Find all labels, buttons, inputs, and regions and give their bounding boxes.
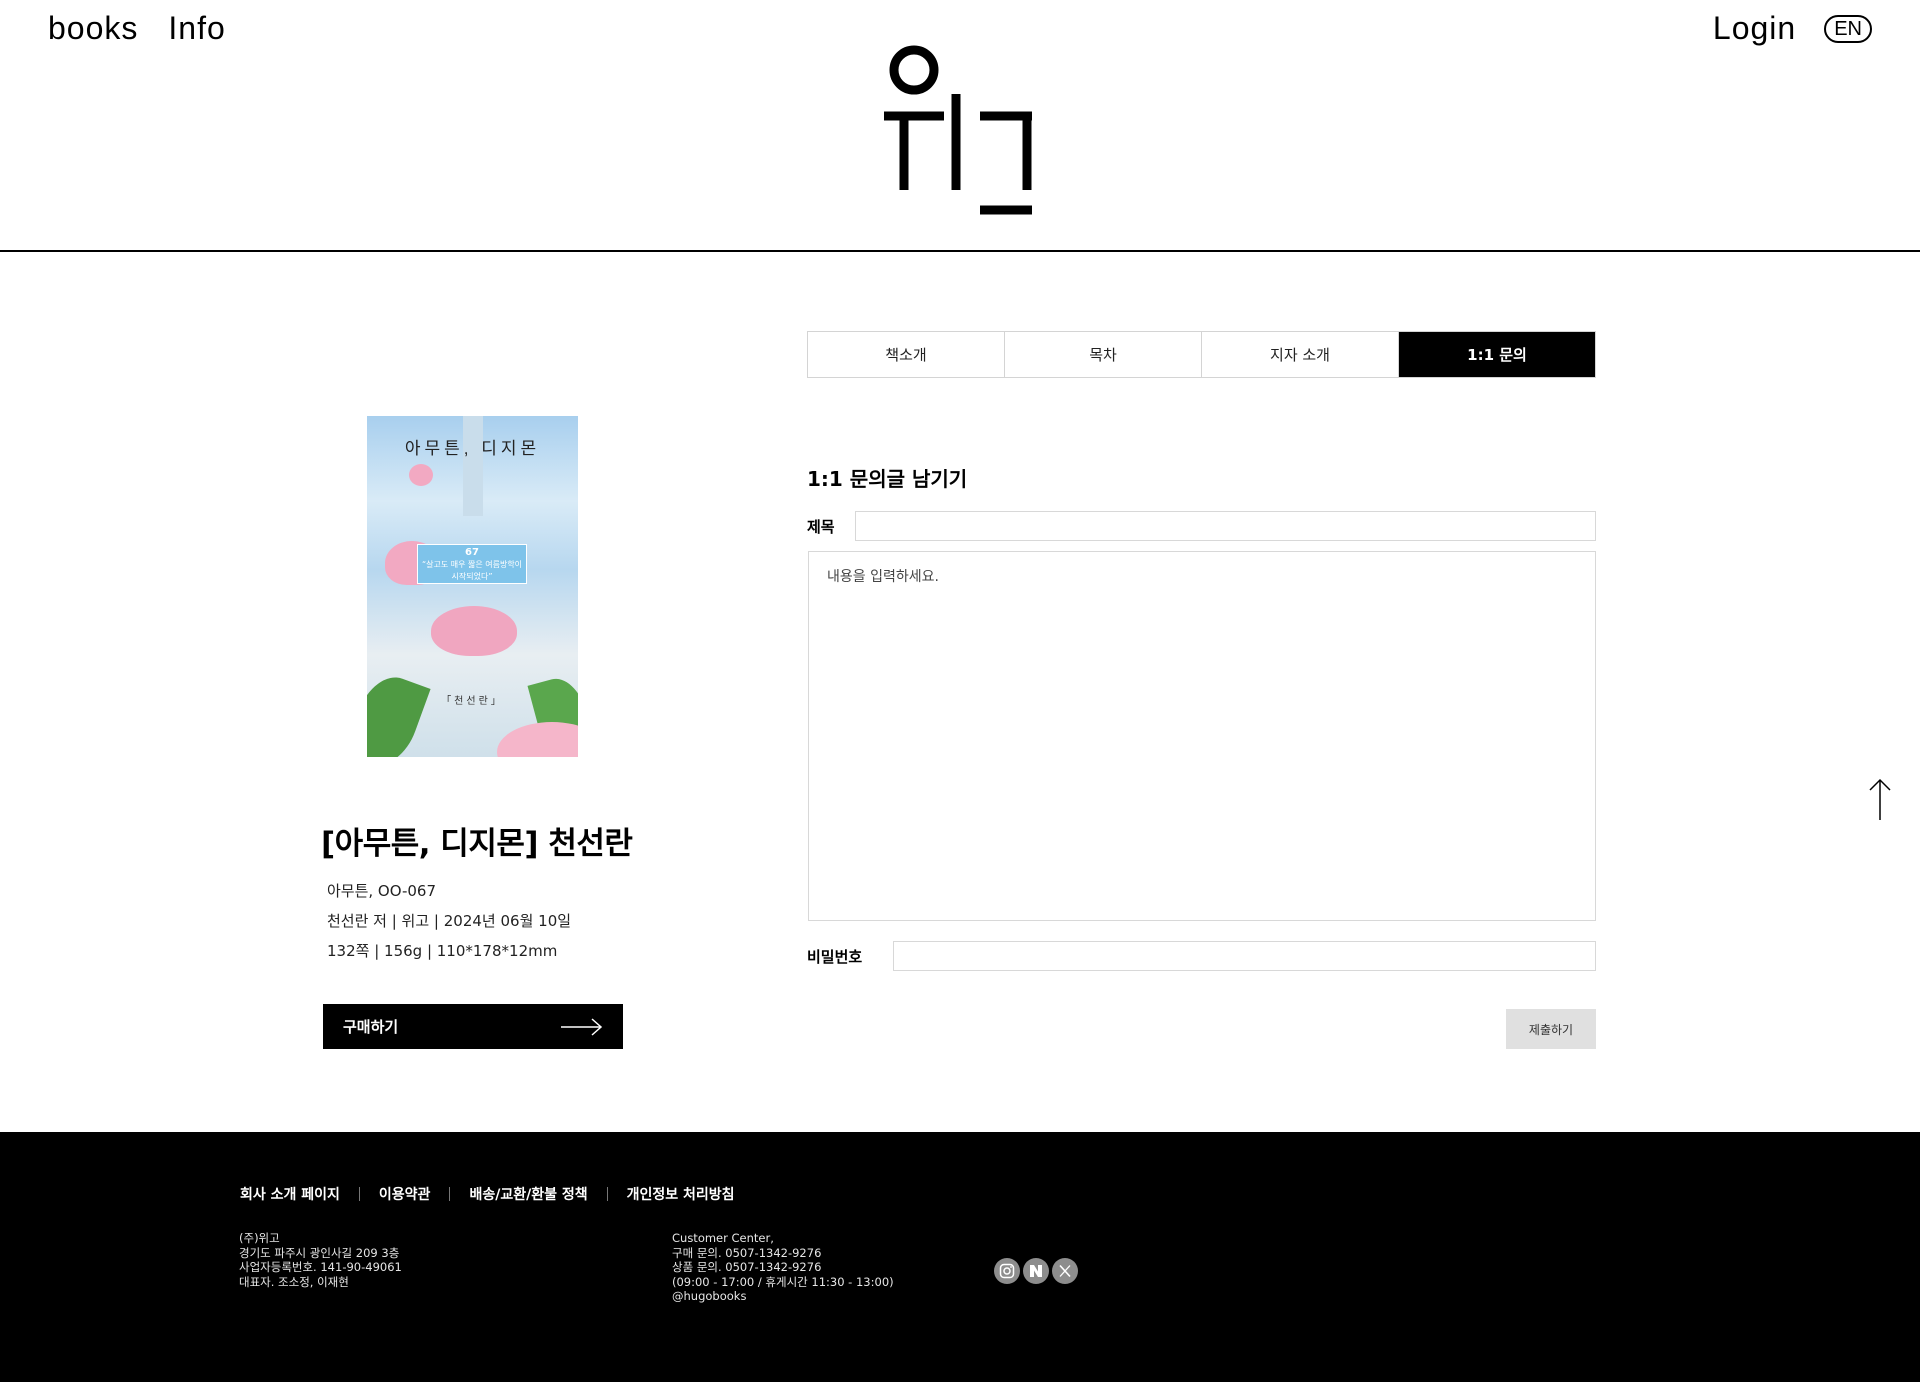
divider	[358, 1187, 360, 1201]
arrow-up-icon	[1869, 778, 1891, 820]
divider	[606, 1187, 608, 1201]
tab-inquiry[interactable]: 1:1 문의	[1399, 332, 1595, 377]
naver-icon[interactable]	[1023, 1258, 1049, 1284]
buy-button-label: 구매하기	[343, 1018, 399, 1036]
purchase-phone: 구매 문의. 0507-1342-9276	[672, 1245, 822, 1260]
language-toggle[interactable]: EN	[1824, 14, 1872, 43]
tab-contents[interactable]: 목차	[1005, 332, 1202, 377]
footer-link-about[interactable]: 회사 소개 페이지	[240, 1184, 340, 1204]
book-spec: 132쪽 | 156g | 110*178*12mm	[327, 942, 558, 960]
company-name: (주)위고	[239, 1231, 280, 1245]
cover-art	[367, 668, 431, 757]
book-publication: 천선란 저 | 위고 | 2024년 06월 10일	[327, 912, 572, 930]
customer-center-info: Customer Center, 구매 문의. 0507-1342-9276 상…	[672, 1231, 894, 1304]
nav-books-link[interactable]: books	[48, 10, 138, 47]
password-input[interactable]	[893, 941, 1596, 971]
social-handle: @hugobooks	[672, 1289, 747, 1303]
login-link[interactable]: Login	[1713, 10, 1796, 47]
cover-art	[431, 606, 517, 656]
logo-mark	[884, 45, 1032, 215]
cover-art	[409, 464, 433, 486]
x-icon[interactable]	[1052, 1258, 1078, 1284]
cover-title: 아무튼, 디지몬	[404, 439, 541, 458]
user-nav: Login EN	[1713, 10, 1872, 47]
scroll-top-button[interactable]	[1867, 778, 1893, 820]
instagram-icon[interactable]	[994, 1258, 1020, 1284]
book-series: 아무튼, OO-067	[327, 882, 437, 900]
cover-badge: 67 “살고도 매우 짧은 여름방학이 시작되었다”	[417, 544, 527, 584]
subject-input[interactable]	[855, 511, 1596, 541]
site-logo[interactable]	[884, 44, 1036, 216]
cover-art	[463, 416, 483, 516]
book-tabs: 책소개 목차 지자 소개 1:1 문의	[807, 331, 1596, 378]
customer-center-title: Customer Center,	[672, 1231, 774, 1245]
password-label: 비밀번호	[807, 948, 863, 966]
book-meta: 아무튼, OO-067 천선란 저 | 위고 | 2024년 06월 10일 1…	[327, 876, 571, 966]
submit-button[interactable]: 제출하기	[1506, 1009, 1596, 1049]
tab-book-intro[interactable]: 책소개	[808, 332, 1005, 377]
footer-link-shipping[interactable]: 배송/교환/환불 정책	[469, 1184, 587, 1204]
company-address: 경기도 파주시 광인사길 209 3층	[239, 1245, 400, 1260]
cover-number: 67	[465, 547, 479, 558]
arrow-right-icon	[561, 1017, 603, 1036]
buy-button[interactable]: 구매하기	[323, 1004, 623, 1049]
cover-art	[497, 722, 578, 757]
site-header: books Info Login EN	[0, 0, 1920, 252]
footer-links: 회사 소개 페이지 이용약관 배송/교환/환불 정책 개인정보 처리방침	[240, 1184, 735, 1204]
content-placeholder: 내용을 입력하세요.	[827, 569, 939, 585]
cover-author: 「천선란」	[441, 696, 504, 707]
business-hours: (09:00 - 17:00 / 휴게시간 11:30 - 13:00)	[672, 1274, 894, 1289]
main-nav: books Info	[48, 10, 226, 47]
site-footer: 회사 소개 페이지 이용약관 배송/교환/환불 정책 개인정보 처리방침 (주)…	[0, 1132, 1920, 1382]
subject-label: 제목	[807, 518, 835, 536]
product-phone: 상품 문의. 0507-1342-9276	[672, 1260, 822, 1274]
cover-quote: “살고도 매우 짧은 여름방학이 시작되었다”	[421, 560, 523, 581]
form-title: 1:1 문의글 남기기	[807, 467, 968, 491]
footer-link-privacy[interactable]: 개인정보 처리방침	[627, 1184, 735, 1204]
footer-link-terms[interactable]: 이용약관	[379, 1184, 431, 1204]
nav-info-link[interactable]: Info	[168, 10, 225, 47]
book-title: [아무튼, 디지몬] 천선란	[321, 826, 633, 862]
social-links	[994, 1258, 1078, 1284]
company-ceo: 대표자. 조소정, 이재현	[239, 1274, 349, 1289]
company-registration: 사업자등록번호. 141-90-49061	[239, 1260, 402, 1274]
tab-author-intro[interactable]: 지자 소개	[1202, 332, 1399, 377]
company-info: (주)위고 경기도 파주시 광인사길 209 3층 사업자등록번호. 141-9…	[239, 1231, 402, 1289]
book-cover-image: 아무튼, 디지몬 67 “살고도 매우 짧은 여름방학이 시작되었다” 「천선란…	[367, 416, 578, 757]
divider	[449, 1187, 451, 1201]
content-textarea[interactable]: 내용을 입력하세요.	[808, 551, 1596, 921]
